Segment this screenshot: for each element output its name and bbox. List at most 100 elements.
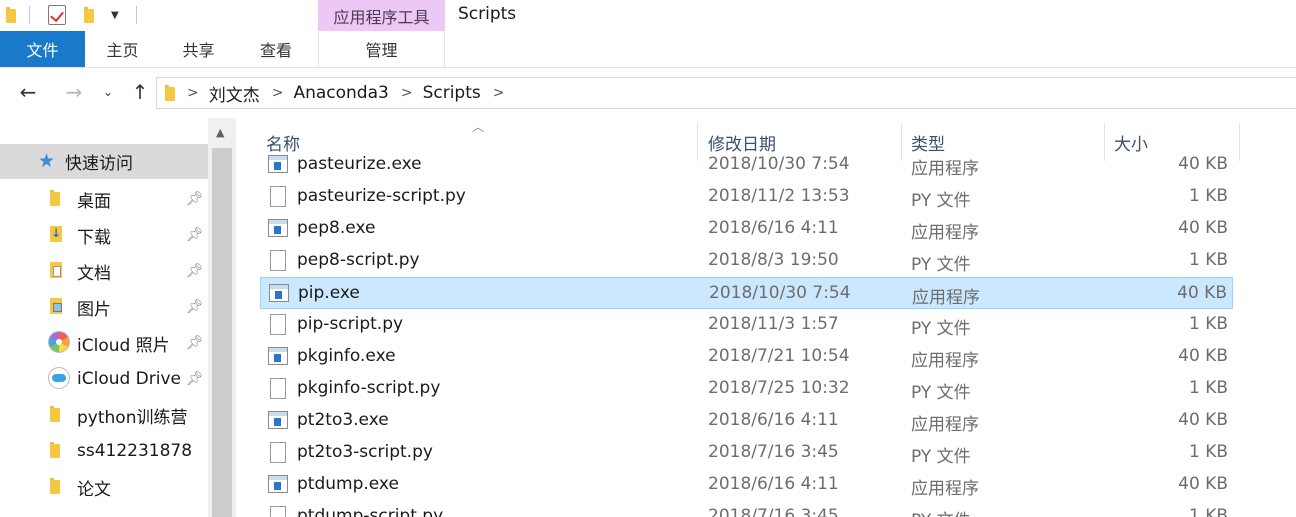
folder-icon bbox=[6, 4, 16, 26]
recent-locations-chevron-icon[interactable]: ⌄ bbox=[96, 80, 120, 104]
file-size: 1 KB bbox=[1188, 314, 1228, 334]
pin-icon: 📌︎ bbox=[186, 299, 204, 315]
navigation-bar: ← → ⌄ ↑ > 刘文杰 > Anaconda3 > Scripts > bbox=[0, 68, 1296, 118]
pin-icon: 📌︎ bbox=[186, 371, 204, 387]
file-name: pt2to3.exe bbox=[297, 410, 389, 430]
file-date-modified: 2018/7/25 10:32 bbox=[708, 378, 850, 398]
py-file-icon bbox=[268, 506, 286, 517]
file-size: 40 KB bbox=[1178, 218, 1228, 238]
breadcrumb-item[interactable]: Scripts bbox=[423, 83, 481, 103]
sidebar-scrollbar[interactable]: ▲ bbox=[208, 118, 236, 517]
file-size: 40 KB bbox=[1178, 410, 1228, 430]
file-type: 应用程序 bbox=[912, 288, 980, 308]
file-type: 应用程序 bbox=[911, 351, 979, 371]
breadcrumb-item[interactable]: 刘文杰 bbox=[209, 81, 260, 106]
download-folder-icon bbox=[50, 226, 62, 242]
file-name: pep8-script.py bbox=[297, 250, 420, 270]
sidebar-item-desktop[interactable]: 桌面 📌︎ bbox=[0, 181, 208, 217]
sidebar-item-label: python训练营 bbox=[77, 407, 188, 428]
back-arrow-icon[interactable]: ← bbox=[16, 80, 40, 104]
address-bar[interactable]: > 刘文杰 > Anaconda3 > Scripts > bbox=[156, 77, 1296, 109]
file-type: 应用程序 bbox=[911, 159, 979, 179]
file-row[interactable]: pkginfo.exe 2018/7/21 10:54 应用程序 40 KB bbox=[260, 341, 1233, 373]
breadcrumb-chevron-icon[interactable]: > bbox=[493, 85, 505, 101]
file-type: PY 文件 bbox=[911, 447, 971, 467]
file-name: pasteurize.exe bbox=[297, 154, 422, 174]
file-date-modified: 2018/6/16 4:11 bbox=[708, 218, 839, 238]
forward-arrow-icon[interactable]: → bbox=[62, 80, 86, 104]
file-row[interactable]: ptdump-script.py 2018/7/16 3:45 PY 文件 1 KB bbox=[260, 501, 1233, 517]
file-type: PY 文件 bbox=[911, 383, 971, 403]
documents-folder-icon bbox=[50, 262, 62, 278]
sidebar-item-icloud-drive[interactable]: iCloud Drive 📌︎ bbox=[0, 361, 208, 397]
properties-icon[interactable] bbox=[48, 4, 66, 26]
application-file-icon bbox=[268, 347, 288, 365]
file-date-modified: 2018/10/30 7:54 bbox=[709, 283, 851, 303]
title-bar: ▼ 应用程序工具 Scripts bbox=[0, 0, 1296, 31]
scroll-up-arrow-icon[interactable]: ▲ bbox=[216, 126, 224, 139]
application-file-icon bbox=[268, 155, 288, 173]
new-folder-icon[interactable] bbox=[84, 4, 94, 26]
folder-icon bbox=[50, 406, 60, 422]
py-file-icon bbox=[268, 314, 286, 336]
sidebar-item-label: 桌面 bbox=[77, 191, 111, 212]
file-row[interactable]: pt2to3.exe 2018/6/16 4:11 应用程序 40 KB bbox=[260, 405, 1233, 437]
file-row[interactable]: pt2to3-script.py 2018/7/16 3:45 PY 文件 1 KB bbox=[260, 437, 1233, 469]
icloud-photos-icon bbox=[48, 331, 72, 356]
py-file-icon bbox=[268, 250, 286, 272]
file-date-modified: 2018/6/16 4:11 bbox=[708, 474, 839, 494]
file-date-modified: 2018/8/3 19:50 bbox=[708, 250, 839, 270]
py-file-icon bbox=[268, 378, 286, 400]
file-size: 1 KB bbox=[1188, 250, 1228, 270]
file-row[interactable]: pasteurize-script.py 2018/11/2 13:53 PY 文件… bbox=[260, 181, 1233, 213]
file-date-modified: 2018/11/2 13:53 bbox=[708, 186, 850, 206]
pin-icon: 📌︎ bbox=[186, 335, 204, 351]
sidebar-item-ss412231878[interactable]: ss412231878 bbox=[0, 433, 208, 469]
breadcrumb-chevron-icon[interactable]: > bbox=[272, 85, 284, 101]
folder-icon bbox=[165, 83, 175, 103]
file-type: 应用程序 bbox=[911, 479, 979, 499]
file-date-modified: 2018/6/16 4:11 bbox=[708, 410, 839, 430]
file-row[interactable]: pip-script.py 2018/11/3 1:57 PY 文件 1 KB bbox=[260, 309, 1233, 341]
ribbon-tabs: 文件 主页 共享 查看 管理 bbox=[0, 31, 1296, 68]
scrollbar-thumb[interactable] bbox=[212, 148, 232, 517]
sidebar-item-documents[interactable]: 文档 📌︎ bbox=[0, 253, 208, 289]
tab-home[interactable]: 主页 bbox=[85, 31, 160, 67]
sidebar-item-label: iCloud 照片 bbox=[77, 335, 170, 356]
sidebar-item-pictures[interactable]: 图片 📌︎ bbox=[0, 289, 208, 325]
tab-share[interactable]: 共享 bbox=[160, 31, 237, 67]
column-divider[interactable] bbox=[1239, 123, 1240, 161]
tab-manage[interactable]: 管理 bbox=[318, 31, 445, 67]
sidebar-item-papers[interactable]: 论文 bbox=[0, 469, 208, 505]
pin-icon: 📌︎ bbox=[186, 191, 204, 207]
sidebar-item-downloads[interactable]: 下载 📌︎ bbox=[0, 217, 208, 253]
file-row[interactable]: pasteurize.exe 2018/10/30 7:54 应用程序 40 KB bbox=[260, 149, 1233, 181]
breadcrumb-item[interactable]: Anaconda3 bbox=[293, 83, 388, 103]
sidebar-item-label: 图片 bbox=[77, 299, 111, 320]
file-name: pip-script.py bbox=[297, 314, 404, 334]
customize-toolbar-dropdown[interactable]: ▼ bbox=[111, 4, 119, 26]
tab-file[interactable]: 文件 bbox=[0, 31, 85, 67]
star-icon: ★ bbox=[38, 150, 56, 172]
sidebar-item-icloud-photos[interactable]: iCloud 照片 📌︎ bbox=[0, 325, 208, 361]
tab-view[interactable]: 查看 bbox=[237, 31, 315, 67]
file-date-modified: 2018/7/16 3:45 bbox=[708, 506, 839, 517]
breadcrumb-chevron-icon[interactable]: > bbox=[401, 85, 413, 101]
file-name: pip.exe bbox=[298, 283, 360, 303]
file-row[interactable]: pkginfo-script.py 2018/7/25 10:32 PY 文件 1 K… bbox=[260, 373, 1233, 405]
application-file-icon bbox=[268, 219, 288, 237]
desktop-folder-icon bbox=[50, 190, 60, 210]
file-row[interactable]: pip.exe 2018/10/30 7:54 应用程序 40 KB bbox=[260, 277, 1233, 309]
pin-icon: 📌︎ bbox=[186, 227, 204, 243]
file-type: PY 文件 bbox=[911, 506, 971, 517]
file-row[interactable]: pep8.exe 2018/6/16 4:11 应用程序 40 KB bbox=[260, 213, 1233, 245]
file-row[interactable]: ptdump.exe 2018/6/16 4:11 应用程序 40 KB bbox=[260, 469, 1233, 501]
breadcrumb-chevron-icon[interactable]: > bbox=[187, 85, 199, 101]
file-name: pasteurize-script.py bbox=[297, 186, 466, 206]
sidebar-item-quick-access[interactable]: ★ 快速访问 bbox=[0, 144, 208, 179]
up-arrow-icon[interactable]: ↑ bbox=[128, 80, 152, 104]
sidebar-item-python-camp[interactable]: python训练营 bbox=[0, 397, 208, 433]
file-date-modified: 2018/7/21 10:54 bbox=[708, 346, 850, 366]
contextual-tab-group: 应用程序工具 bbox=[318, 0, 445, 31]
file-row[interactable]: pep8-script.py 2018/8/3 19:50 PY 文件 1 KB bbox=[260, 245, 1233, 277]
